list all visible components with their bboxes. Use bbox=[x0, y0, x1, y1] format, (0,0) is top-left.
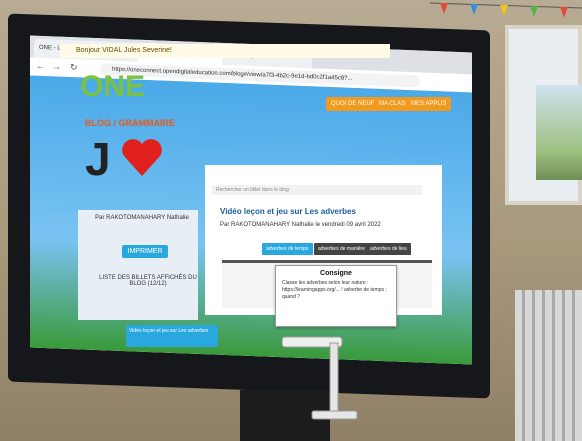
one-logo[interactable]: ONE bbox=[80, 70, 145, 104]
tab-adverbes-maniere[interactable]: adverbes de manière bbox=[314, 243, 369, 255]
blog-sidebar bbox=[78, 210, 198, 320]
post-list-label: LISTE DES BILLETS AFFICHÉS DU BLOG (12/1… bbox=[99, 275, 197, 287]
window-view bbox=[536, 85, 582, 180]
search-input[interactable]: Rechercher un billet dans le blog bbox=[212, 185, 422, 195]
sidebar-post-card[interactable]: Vidéo leçon et jeu sur Les adverbes bbox=[126, 325, 218, 347]
consigne-title: Consigne bbox=[320, 270, 352, 277]
document-camera bbox=[282, 336, 358, 420]
consigne-popup: Consigne Classe les adverbes selon leur … bbox=[275, 265, 397, 327]
blog-title: BLOG / GRAMMAIRE bbox=[85, 118, 175, 128]
consigne-text: Classe les adverbes selon leur nature : … bbox=[282, 280, 387, 300]
reload-icon[interactable]: ↻ bbox=[70, 62, 78, 73]
greeting-bar: Bonjour VIDAL Jules Severine! bbox=[60, 44, 390, 58]
header-letter: J bbox=[85, 133, 111, 185]
tab-adverbes-temps[interactable]: adverbes de temps bbox=[262, 243, 313, 255]
bunting-decoration bbox=[430, 2, 582, 18]
author-line: Par RAKOTOMANAHARY Nathalie bbox=[95, 215, 189, 221]
back-icon[interactable]: ← bbox=[36, 61, 45, 71]
forward-icon[interactable]: → bbox=[52, 61, 61, 71]
apps-button[interactable]: MES APPLIS bbox=[406, 97, 452, 111]
post-title[interactable]: Vidéo leçon et jeu sur Les adverbes bbox=[220, 207, 356, 216]
radiator bbox=[515, 290, 582, 441]
heart-icon bbox=[122, 139, 162, 176]
print-button[interactable]: IMPRIMER bbox=[122, 245, 168, 258]
tab-adverbes-lieu[interactable]: adverbes de lieu bbox=[366, 243, 411, 255]
post-author: Par RAKOTOMANAHARY Nathalie le vendredi … bbox=[220, 222, 381, 228]
